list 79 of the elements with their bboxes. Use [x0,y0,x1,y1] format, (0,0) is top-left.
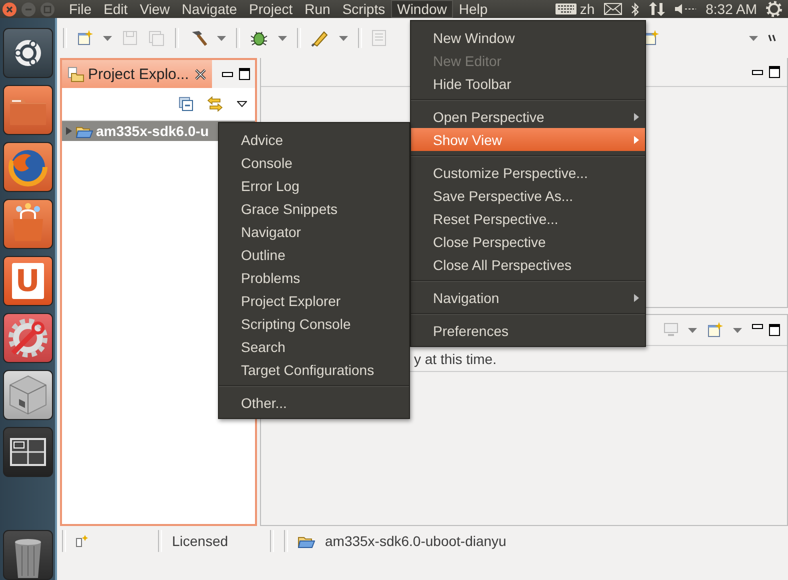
menu-item[interactable]: Save Perspective As... [411,184,645,207]
menu-bar-item[interactable]: View [134,0,176,18]
clock[interactable]: 8:32 AM [706,1,757,17]
menu-item[interactable]: Close All Perspectives [411,253,645,276]
menu-item[interactable]: Navigation [411,286,645,309]
project-folder-icon [298,534,315,548]
dropdown-arrow-icon[interactable] [733,328,742,332]
menu-item[interactable]: Hide Toolbar [411,72,645,95]
submenu-arrow-icon[interactable] [634,112,639,120]
more-chevron-icon[interactable] [768,34,776,42]
pen-icon[interactable] [311,29,329,47]
circle-logo-icon[interactable] [2,28,52,78]
menu-item[interactable]: Console [219,151,409,174]
menu-item[interactable]: Open Perspective [411,105,645,128]
menu-item[interactable]: Preferences [411,319,645,342]
dropdown-arrow-icon[interactable] [749,36,758,40]
new-console-icon[interactable] [707,322,723,338]
menu-item[interactable]: Other... [219,391,409,414]
link-arrows-icon[interactable] [207,96,223,112]
globe-icon[interactable] [2,142,52,192]
menu-bar-item[interactable]: Project [243,0,299,18]
envelope-icon[interactable] [604,3,622,15]
collapse-all-icon[interactable] [179,97,193,111]
license-status: Licensed [172,533,230,549]
collapsed-arrow-icon[interactable] [65,127,73,135]
bookmark-star-icon[interactable] [76,535,88,547]
menu-item[interactable]: Navigator [219,220,409,243]
menu-item[interactable]: Problems [219,266,409,289]
menu-item[interactable]: New Window [411,26,645,49]
maximize-icon[interactable] [769,324,780,336]
menu-bar-item[interactable]: Scripts [336,0,392,18]
menu-bar-item[interactable]: Help [452,0,494,18]
speaker-icon[interactable] [674,4,697,14]
project-explorer-tab[interactable]: Project Explo... [62,60,212,88]
submenu-arrow-icon[interactable] [634,136,639,144]
trash-can-icon[interactable] [2,530,52,580]
folder-icon[interactable] [2,85,52,135]
bug-icon[interactable] [250,29,268,47]
explorer-folder-icon [68,66,84,82]
menu-item[interactable]: Scripting Console [219,312,409,335]
menu-item[interactable]: Reset Perspective... [411,207,645,230]
minimize-icon[interactable] [752,70,763,74]
menu-bar-item[interactable]: Edit [98,0,134,18]
menu-bar-item[interactable]: Navigate [176,0,244,18]
cube-icon[interactable] [2,370,52,420]
keyboard-layout-label[interactable]: zh [580,1,595,17]
maximize-icon[interactable] [239,68,250,80]
workspace-grid-icon[interactable] [2,427,52,477]
new-file-icon[interactable] [77,30,93,46]
gear-icon[interactable] [766,1,782,17]
menu-item[interactable]: Project Explorer [219,289,409,312]
menu-item[interactable]: Customize Perspective... [411,161,645,184]
project-folder-icon [76,124,93,138]
dropdown-arrow-icon[interactable] [688,328,697,332]
shopping-bag-icon[interactable] [2,199,52,249]
menu-item[interactable]: Close Perspective [411,230,645,253]
maximize-icon[interactable] [769,66,780,78]
submenu-arrow-icon[interactable] [634,294,639,302]
bluetooth-icon[interactable] [630,2,639,16]
menu-item[interactable]: Outline [219,243,409,266]
dropdown-arrow-icon[interactable] [217,36,226,40]
minimize-icon[interactable] [752,324,763,329]
menu-item[interactable]: Grace Snippets [219,197,409,220]
minimize-icon[interactable] [222,72,233,76]
menu-bar-item[interactable]: Run [298,0,336,18]
launcher-app-tile[interactable]: U [2,256,52,306]
gear-wrench-icon[interactable] [2,313,52,363]
dropdown-arrow-icon[interactable] [278,36,287,40]
up-down-arrows-icon[interactable] [648,1,666,17]
close-window-icon[interactable] [2,2,17,16]
menu-bar-item[interactable]: Window [391,0,453,18]
project-name-status: am335x-sdk6.0-uboot-dianyu [325,533,506,549]
menu-item[interactable]: Error Log [219,174,409,197]
dropdown-arrow-icon[interactable] [103,36,112,40]
menu-bar-item[interactable]: File [63,0,98,18]
view-menu-icon[interactable] [237,101,247,107]
keyboard-icon[interactable] [554,3,577,15]
close-tab-icon[interactable] [195,68,206,80]
dropdown-arrow-icon[interactable] [339,36,348,40]
